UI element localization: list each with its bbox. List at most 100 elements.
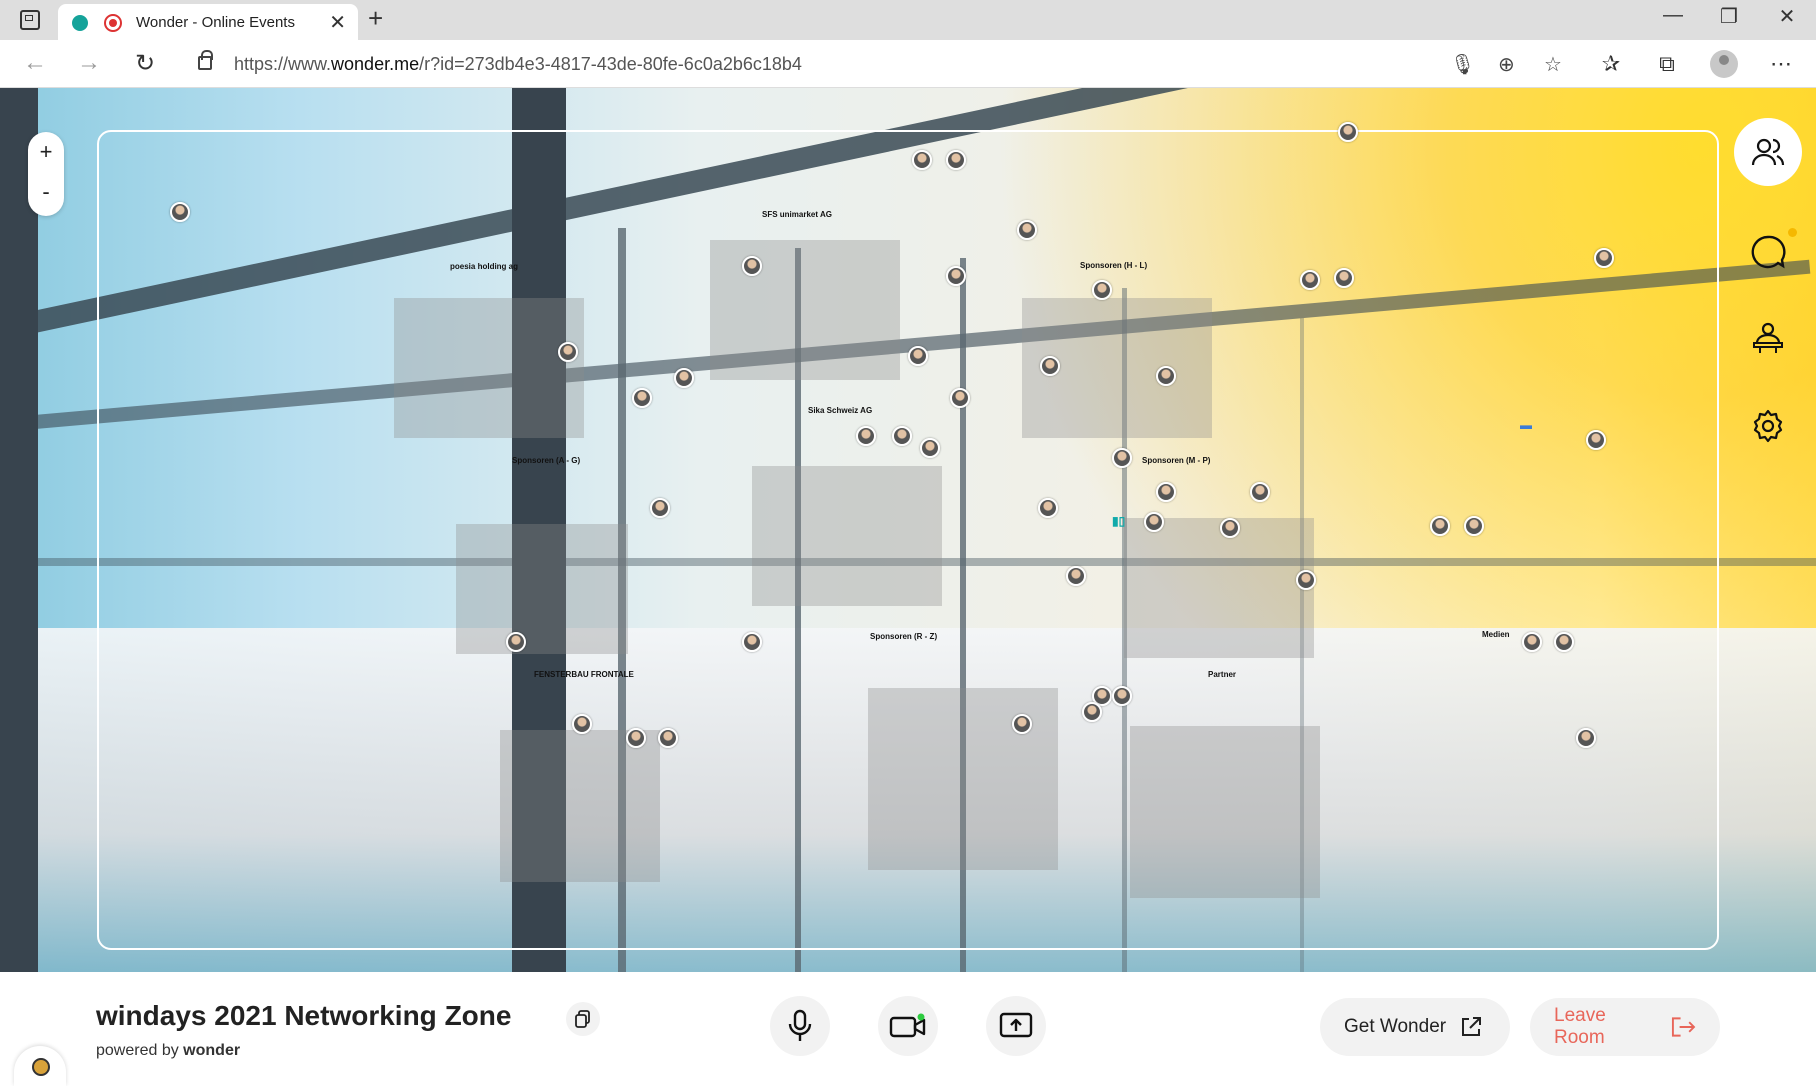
participant-avatar[interactable]: [856, 426, 876, 446]
participants-button[interactable]: [1734, 118, 1802, 186]
url-text[interactable]: https://www.wonder.me/r?id=273db4e3-4817…: [234, 54, 802, 75]
participant-avatar[interactable]: [650, 498, 670, 518]
copy-link-button[interactable]: [566, 1002, 600, 1036]
participant-avatar[interactable]: [558, 342, 578, 362]
participant-avatar[interactable]: [1586, 430, 1606, 450]
room-label-poesia: poesia holding ag: [450, 262, 519, 271]
more-options-icon[interactable]: ⋯: [1766, 51, 1796, 77]
get-wonder-button[interactable]: Get Wonder: [1320, 998, 1510, 1056]
close-tab-icon[interactable]: ✕: [329, 10, 346, 35]
group-area[interactable]: [752, 466, 942, 606]
participant-avatar[interactable]: [742, 632, 762, 652]
participant-avatar[interactable]: [170, 202, 190, 222]
participant-avatar[interactable]: [632, 388, 652, 408]
participant-avatar[interactable]: [1594, 248, 1614, 268]
room-label-sponsoren-m-p: Sponsoren (M - P): [1142, 456, 1211, 465]
leave-room-label: Leave Room: [1554, 1005, 1606, 1048]
participant-avatar[interactable]: [1092, 280, 1112, 300]
room-label-sfs: SFS unimarket AG: [762, 210, 832, 219]
external-link-icon: [1462, 1017, 1482, 1036]
close-window-icon[interactable]: ✕: [1772, 4, 1802, 29]
lock-icon[interactable]: [198, 50, 213, 70]
participant-avatar[interactable]: [912, 150, 932, 170]
browser-tab[interactable]: Wonder - Online Events ✕: [58, 4, 358, 40]
participant-avatar[interactable]: [1464, 516, 1484, 536]
background-pillar: [0, 88, 38, 972]
participant-avatar[interactable]: [1156, 366, 1176, 386]
microphone-button[interactable]: [770, 996, 830, 1056]
room-label-sponsoren-r-z: Sponsoren (R - Z): [870, 632, 938, 641]
group-area[interactable]: [1130, 726, 1320, 898]
participant-avatar[interactable]: [1576, 728, 1596, 748]
room-label-sika: Sika Schweiz AG: [808, 406, 873, 415]
participant-avatar[interactable]: [742, 256, 762, 276]
microphone-icon[interactable]: 🎙: [1450, 52, 1475, 77]
room-label-fensterbau: FENSTERBAU FRONTALE: [534, 670, 634, 679]
participant-avatar[interactable]: [1082, 702, 1102, 722]
participant-avatar[interactable]: [674, 368, 694, 388]
address-bar[interactable]: https://www.wonder.me/r?id=273db4e3-4817…: [180, 44, 1600, 84]
participant-avatar[interactable]: [1066, 566, 1086, 586]
participant-avatar[interactable]: [908, 346, 928, 366]
favorites-icon[interactable]: ✰: [1596, 51, 1626, 77]
participant-avatar[interactable]: [1012, 714, 1032, 734]
participant-avatar[interactable]: [506, 632, 526, 652]
forward-icon[interactable]: →: [74, 49, 104, 77]
leave-room-button[interactable]: Leave Room: [1530, 998, 1720, 1056]
participant-avatar[interactable]: [892, 426, 912, 446]
browser-tabbar: Wonder - Online Events ✕ + — ❐ ✕: [0, 0, 1816, 40]
refresh-icon[interactable]: ↻: [130, 49, 160, 78]
participant-avatar[interactable]: [572, 714, 592, 734]
participant-avatar[interactable]: [1017, 220, 1037, 240]
participant-avatar[interactable]: [1112, 448, 1132, 468]
participant-avatar[interactable]: [658, 728, 678, 748]
group-area[interactable]: [500, 730, 660, 882]
cookie-settings-button[interactable]: [14, 1046, 66, 1086]
participant-avatar[interactable]: [1296, 570, 1316, 590]
participant-avatar[interactable]: [1522, 632, 1542, 652]
participant-avatar[interactable]: [1156, 482, 1176, 502]
participant-avatar[interactable]: [1250, 482, 1270, 502]
participant-avatar[interactable]: [946, 150, 966, 170]
screen-share-button[interactable]: [986, 996, 1046, 1056]
participant-avatar[interactable]: [1040, 356, 1060, 376]
zoom-icon[interactable]: ⊕: [1498, 52, 1515, 77]
restore-icon[interactable]: ❐: [1714, 4, 1744, 29]
profile-avatar[interactable]: [1710, 50, 1738, 78]
group-area[interactable]: [868, 688, 1058, 870]
participant-avatar[interactable]: [1144, 512, 1164, 532]
host-button[interactable]: [1734, 304, 1802, 372]
participant-avatar[interactable]: [1338, 122, 1358, 142]
zoom-in-button[interactable]: +: [28, 132, 64, 172]
participant-avatar[interactable]: [950, 388, 970, 408]
participant-avatar[interactable]: [1112, 686, 1132, 706]
event-canvas[interactable]: + - poesia holding ag SFS unimarket AG S…: [0, 88, 1816, 972]
group-area[interactable]: [394, 298, 584, 438]
back-icon[interactable]: ←: [20, 49, 50, 77]
participant-avatar[interactable]: [946, 266, 966, 286]
tab-actions-icon[interactable]: [20, 10, 40, 30]
copy-icon: [575, 1010, 590, 1028]
collections-icon[interactable]: ⧉: [1652, 51, 1682, 77]
participant-avatar[interactable]: [920, 438, 940, 458]
participant-avatar[interactable]: [626, 728, 646, 748]
new-tab-icon[interactable]: +: [368, 3, 383, 34]
settings-icon: [1753, 409, 1783, 443]
group-area[interactable]: [1124, 518, 1314, 658]
participant-avatar[interactable]: [1220, 518, 1240, 538]
camera-button[interactable]: [878, 996, 938, 1056]
bottom-bar: windays 2021 Networking Zone powered by …: [0, 972, 1816, 1086]
zoom-out-button[interactable]: -: [28, 172, 64, 212]
participant-avatar[interactable]: [1554, 632, 1574, 652]
group-area[interactable]: [710, 240, 900, 380]
camera-icon: [889, 1013, 926, 1038]
participant-avatar[interactable]: [1334, 268, 1354, 288]
minimize-icon[interactable]: —: [1658, 4, 1688, 27]
participant-avatar[interactable]: [1038, 498, 1058, 518]
settings-button[interactable]: [1734, 392, 1802, 460]
group-area[interactable]: [456, 524, 628, 654]
get-wonder-label: Get Wonder: [1344, 1016, 1447, 1037]
participant-avatar[interactable]: [1430, 516, 1450, 536]
add-favorite-icon[interactable]: ☆: [1544, 52, 1562, 77]
participant-avatar[interactable]: [1300, 270, 1320, 290]
